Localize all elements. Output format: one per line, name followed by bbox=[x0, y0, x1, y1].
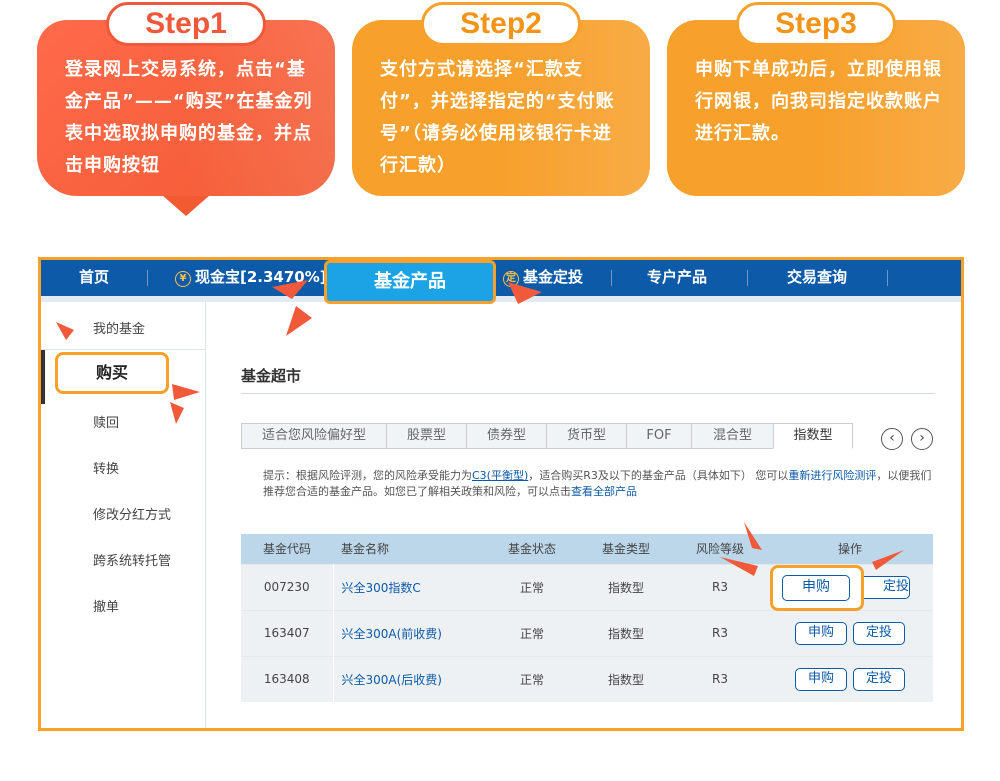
pointer-arrows bbox=[56, 280, 904, 576]
pointer-arrow bbox=[272, 280, 308, 299]
pointer-arrow bbox=[872, 550, 904, 570]
pointer-arrow bbox=[56, 322, 74, 340]
pointer-arrow bbox=[170, 402, 184, 424]
pointer-arrow bbox=[172, 384, 200, 400]
pointer-arrow bbox=[286, 306, 312, 336]
pointer-arrow bbox=[720, 557, 758, 576]
pointer-arrow bbox=[744, 522, 762, 550]
pointer-arrow bbox=[508, 282, 542, 304]
